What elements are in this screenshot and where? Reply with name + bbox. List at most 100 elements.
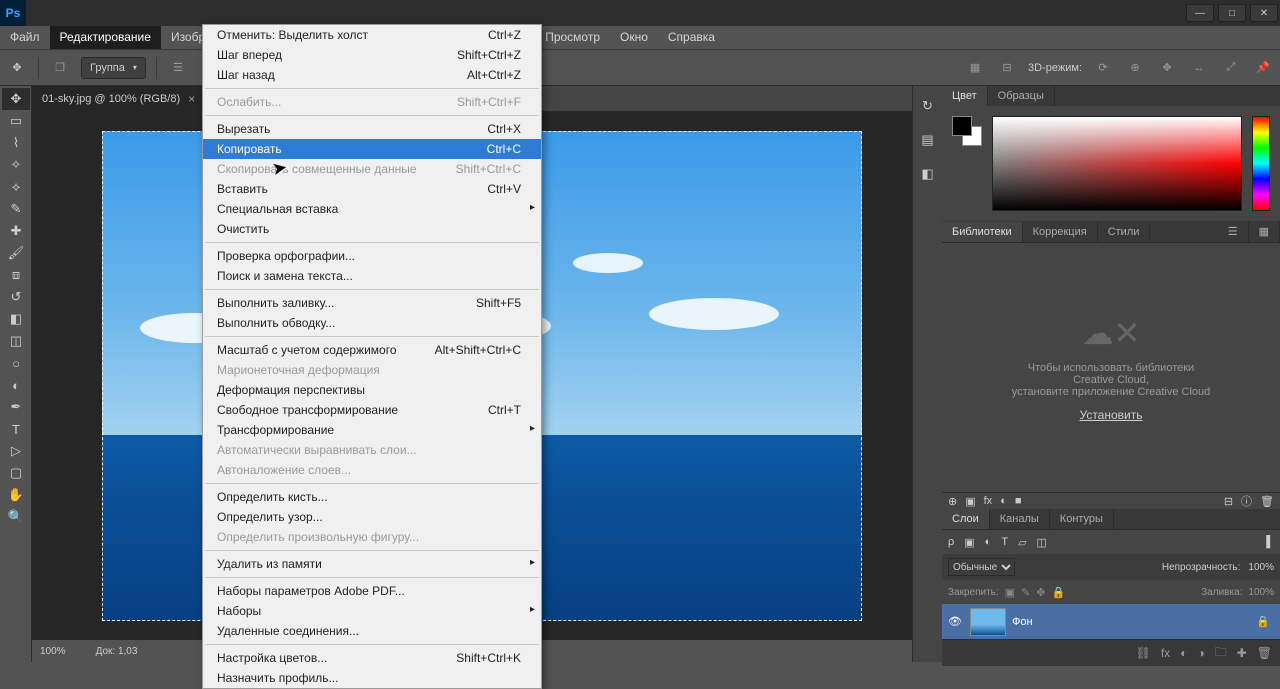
- menuitem[interactable]: Удаленные соединения...: [203, 621, 541, 641]
- link-layers-icon[interactable]: ⛓: [1136, 646, 1151, 660]
- hue-slider[interactable]: [1252, 116, 1270, 211]
- eyedropper-tool[interactable]: ✎: [2, 198, 30, 220]
- hand-tool[interactable]: ✋: [2, 484, 30, 506]
- lock-all-icon[interactable]: 🔒: [1052, 586, 1066, 599]
- 3d-slide-icon[interactable]: ↔: [1188, 57, 1210, 79]
- menuitem[interactable]: Отменить: Выделить холстCtrl+Z: [203, 25, 541, 45]
- filter-toggle[interactable]: ▌: [1266, 536, 1274, 548]
- menuitem[interactable]: Выполнить обводку...: [203, 313, 541, 333]
- layer-filter-kind[interactable]: ρ: [948, 536, 954, 548]
- menuitem[interactable]: Определить кисть...: [203, 487, 541, 507]
- tab-adjustments[interactable]: Коррекция: [1023, 222, 1098, 242]
- align-icon[interactable]: ☰: [167, 57, 189, 79]
- stamp-tool[interactable]: ⧈: [2, 264, 30, 286]
- delete-layer-icon[interactable]: 🗑: [1257, 646, 1272, 660]
- layer-mask-icon[interactable]: ◐: [1180, 646, 1187, 660]
- layer-name[interactable]: Фон: [1012, 616, 1033, 628]
- 3d-orbit-icon[interactable]: ⟳: [1092, 57, 1114, 79]
- menuitem[interactable]: Шаг назадAlt+Ctrl+Z: [203, 65, 541, 85]
- marquee-tool[interactable]: ▭: [2, 110, 30, 132]
- mask-icon[interactable]: ▣: [965, 495, 975, 508]
- eraser-tool[interactable]: ◧: [2, 308, 30, 330]
- lock-move-icon[interactable]: ✥: [1036, 586, 1045, 599]
- edit-menu-dropdown[interactable]: Отменить: Выделить холстCtrl+ZШаг вперед…: [202, 24, 542, 689]
- crop-tool[interactable]: ⟡: [2, 176, 30, 198]
- zoom-tool[interactable]: 🔍: [2, 506, 30, 528]
- fg-bg-swatch[interactable]: [952, 116, 982, 211]
- new-fill-icon[interactable]: ◑: [1197, 646, 1204, 660]
- tab-layers[interactable]: Слои: [942, 509, 990, 529]
- brush-tool[interactable]: 🖌: [2, 242, 30, 264]
- tab-swatches[interactable]: Образцы: [988, 86, 1055, 106]
- new-group-icon[interactable]: 🗀: [1215, 643, 1227, 664]
- snap-icon[interactable]: ⊟: [1224, 495, 1233, 508]
- 3d-pan-icon[interactable]: ✥: [1156, 57, 1178, 79]
- info-icon[interactable]: ⓘ: [1241, 493, 1252, 509]
- filter-type-icon[interactable]: T: [1001, 536, 1008, 548]
- blur-tool[interactable]: ○: [2, 352, 30, 374]
- layers-stack-icon[interactable]: ❐: [49, 57, 71, 79]
- pen-tool[interactable]: ✒: [2, 396, 30, 418]
- lasso-tool[interactable]: ⌇: [2, 132, 30, 154]
- fx-icon[interactable]: ⊕: [948, 495, 957, 508]
- filter-adjust-icon[interactable]: ◐: [985, 536, 992, 548]
- type-tool[interactable]: T: [2, 418, 30, 440]
- menuitem[interactable]: Наборы параметров Adobe PDF...: [203, 581, 541, 601]
- menu-окно[interactable]: Окно: [610, 26, 658, 49]
- lock-transparency-icon[interactable]: ▣: [1005, 586, 1015, 599]
- color-field[interactable]: [992, 116, 1242, 211]
- history-brush-tool[interactable]: ↺: [2, 286, 30, 308]
- menuitem[interactable]: ВставитьCtrl+V: [203, 179, 541, 199]
- history-panel-icon[interactable]: ↻: [918, 96, 938, 116]
- lock-paint-icon[interactable]: ✎: [1021, 586, 1030, 599]
- lib-view-grid-icon[interactable]: ▦: [1249, 221, 1280, 242]
- menuitem[interactable]: Настройка цветов...Shift+Ctrl+K: [203, 648, 541, 668]
- install-link[interactable]: Установить: [1080, 408, 1143, 422]
- menuitem[interactable]: Специальная вставка: [203, 199, 541, 219]
- filter-pixel-icon[interactable]: ▣: [964, 536, 974, 549]
- tab-color[interactable]: Цвет: [942, 86, 988, 106]
- document-tab[interactable]: 01-sky.jpg @ 100% (RGB/8) ×: [32, 86, 205, 112]
- menu-файл[interactable]: Файл: [0, 26, 50, 49]
- layer-row[interactable]: 👁 Фон 🔒: [942, 604, 1280, 640]
- layer-thumbnail[interactable]: [970, 608, 1006, 636]
- minimize-button[interactable]: —: [1186, 4, 1214, 22]
- properties-panel-icon[interactable]: ◧: [918, 164, 938, 184]
- menuitem[interactable]: Определить узор...: [203, 507, 541, 527]
- visibility-icon[interactable]: 👁: [946, 615, 964, 628]
- new-layer-icon[interactable]: ✚: [1237, 646, 1247, 660]
- menuitem[interactable]: Очистить: [203, 219, 541, 239]
- menuitem[interactable]: Выполнить заливку...Shift+F5: [203, 293, 541, 313]
- shape-tool[interactable]: ▢: [2, 462, 30, 484]
- menu-просмотр[interactable]: Просмотр: [535, 26, 610, 49]
- zoom-label[interactable]: 100%: [40, 646, 66, 657]
- filter-shape-icon[interactable]: ▱: [1018, 536, 1026, 549]
- tab-styles[interactable]: Стили: [1098, 222, 1151, 242]
- adjust-icon[interactable]: fx: [984, 495, 993, 507]
- gradient-tool[interactable]: ◫: [2, 330, 30, 352]
- layer-fx-icon[interactable]: fx: [1161, 646, 1170, 660]
- dodge-tool[interactable]: ◐: [2, 374, 30, 396]
- menuitem[interactable]: Свободное трансформированиеCtrl+T: [203, 400, 541, 420]
- tab-channels[interactable]: Каналы: [990, 509, 1050, 529]
- 3d-roll-icon[interactable]: ⊕: [1124, 57, 1146, 79]
- menuitem[interactable]: ВырезатьCtrl+X: [203, 119, 541, 139]
- menuitem[interactable]: Назначить профиль...: [203, 668, 541, 688]
- distribute-icon[interactable]: ▦: [964, 57, 986, 79]
- filter-smart-icon[interactable]: ◫: [1037, 536, 1047, 549]
- blend-mode-select[interactable]: Обычные: [948, 558, 1015, 576]
- menuitem[interactable]: Поиск и замена текста...: [203, 266, 541, 286]
- 3d-scale-icon[interactable]: ⤢: [1220, 57, 1242, 79]
- fill-layer-icon[interactable]: ◐: [1000, 495, 1007, 507]
- fill-value[interactable]: 100%: [1248, 587, 1274, 598]
- pin-icon[interactable]: 📌: [1252, 57, 1274, 79]
- align2-icon[interactable]: ⊟: [996, 57, 1018, 79]
- wand-tool[interactable]: ✧: [2, 154, 30, 176]
- menu-редактирование[interactable]: Редактирование: [50, 26, 161, 49]
- menu-справка[interactable]: Справка: [658, 26, 725, 49]
- heal-tool[interactable]: ✚: [2, 220, 30, 242]
- maximize-button[interactable]: □: [1218, 4, 1246, 22]
- menuitem[interactable]: Трансформирование: [203, 420, 541, 440]
- move-tool[interactable]: ✥: [2, 88, 30, 110]
- menuitem[interactable]: Наборы: [203, 601, 541, 621]
